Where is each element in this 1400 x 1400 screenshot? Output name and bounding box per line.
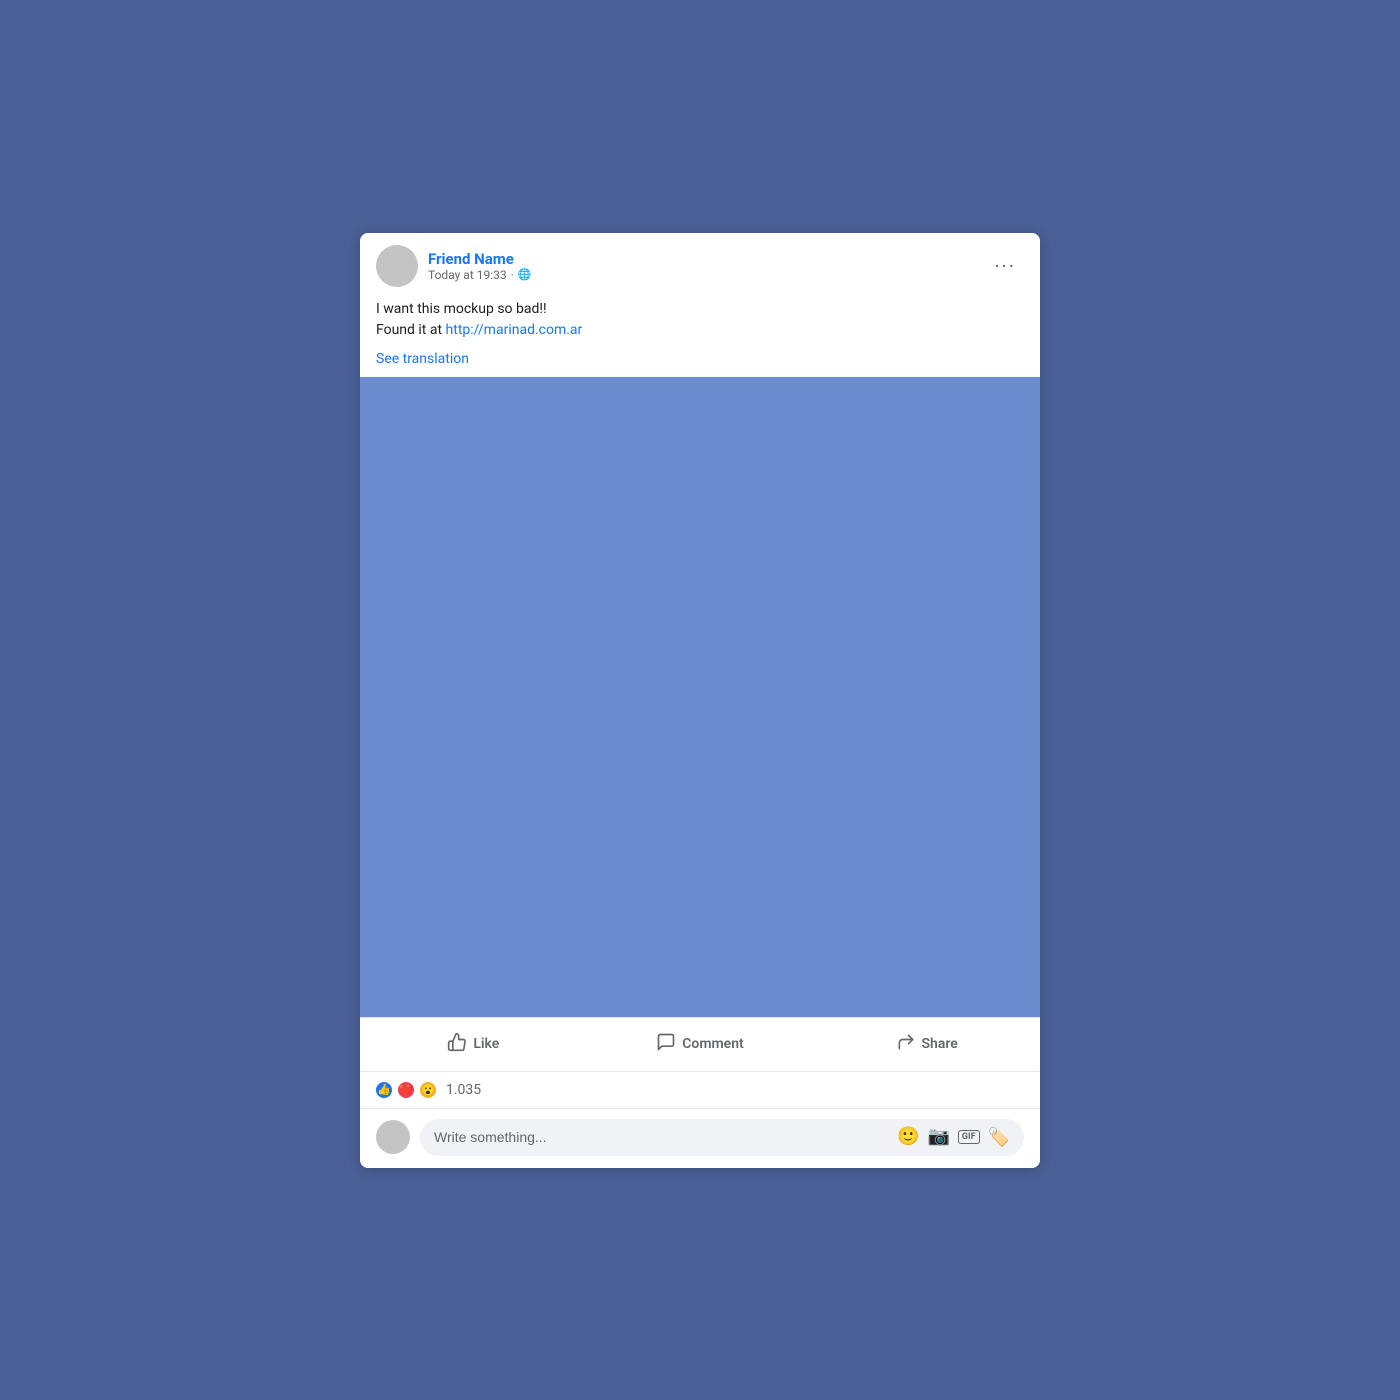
post-line1: I want this mockup so bad!! (376, 301, 547, 317)
post-time: Today at 19:33 · 🌐 (428, 268, 531, 282)
avatar (376, 245, 418, 287)
comment-button[interactable]: Comment (591, 1024, 810, 1065)
like-button[interactable]: Like (364, 1024, 583, 1065)
like-reaction: 👍 (374, 1080, 394, 1100)
love-reaction: ❤️ (396, 1080, 416, 1100)
post-meta: Friend Name Today at 19:33 · 🌐 (428, 250, 531, 282)
reactions-bar: 👍 ❤️ 😮 1.035 (360, 1072, 1040, 1109)
sticker-button[interactable]: 🏷️ (988, 1127, 1010, 1148)
comment-box: 🙂 📷 GIF 🏷️ (360, 1109, 1040, 1168)
wow-reaction: 😮 (418, 1080, 438, 1100)
share-icon (896, 1032, 916, 1057)
post-image (360, 377, 1040, 1017)
timestamp: Today at 19:33 (428, 268, 507, 282)
post-line2-prefix: Found it at (376, 322, 446, 338)
more-options-button[interactable]: ··· (986, 252, 1024, 280)
post-card: Friend Name Today at 19:33 · 🌐 ··· I wan… (360, 233, 1040, 1168)
like-icon (447, 1032, 467, 1057)
see-translation-link[interactable]: See translation (360, 349, 1040, 377)
globe-icon: 🌐 (518, 268, 532, 281)
friend-name: Friend Name (428, 250, 531, 268)
comment-input-wrap: 🙂 📷 GIF 🏷️ (420, 1119, 1024, 1156)
share-label: Share (922, 1036, 958, 1052)
gif-button[interactable]: GIF (958, 1130, 980, 1145)
post-body-text: I want this mockup so bad!! Found it at … (360, 299, 1040, 349)
post-link[interactable]: http://marinad.com.ar (446, 322, 583, 338)
reaction-count: 1.035 (446, 1082, 481, 1098)
action-bar: Like Comment Share (360, 1017, 1040, 1072)
camera-button[interactable]: 📷 (927, 1128, 949, 1146)
emoji-button[interactable]: 🙂 (897, 1128, 919, 1146)
comment-label: Comment (682, 1036, 743, 1052)
like-label: Like (473, 1036, 499, 1052)
post-header-left: Friend Name Today at 19:33 · 🌐 (376, 245, 531, 287)
post-header: Friend Name Today at 19:33 · 🌐 ··· (360, 233, 1040, 299)
commenter-avatar (376, 1120, 410, 1154)
comment-icons: 🙂 📷 GIF 🏷️ (897, 1127, 1010, 1148)
comment-input[interactable] (434, 1129, 887, 1145)
separator: · (511, 268, 514, 282)
share-button[interactable]: Share (817, 1024, 1036, 1065)
comment-icon (656, 1032, 676, 1057)
